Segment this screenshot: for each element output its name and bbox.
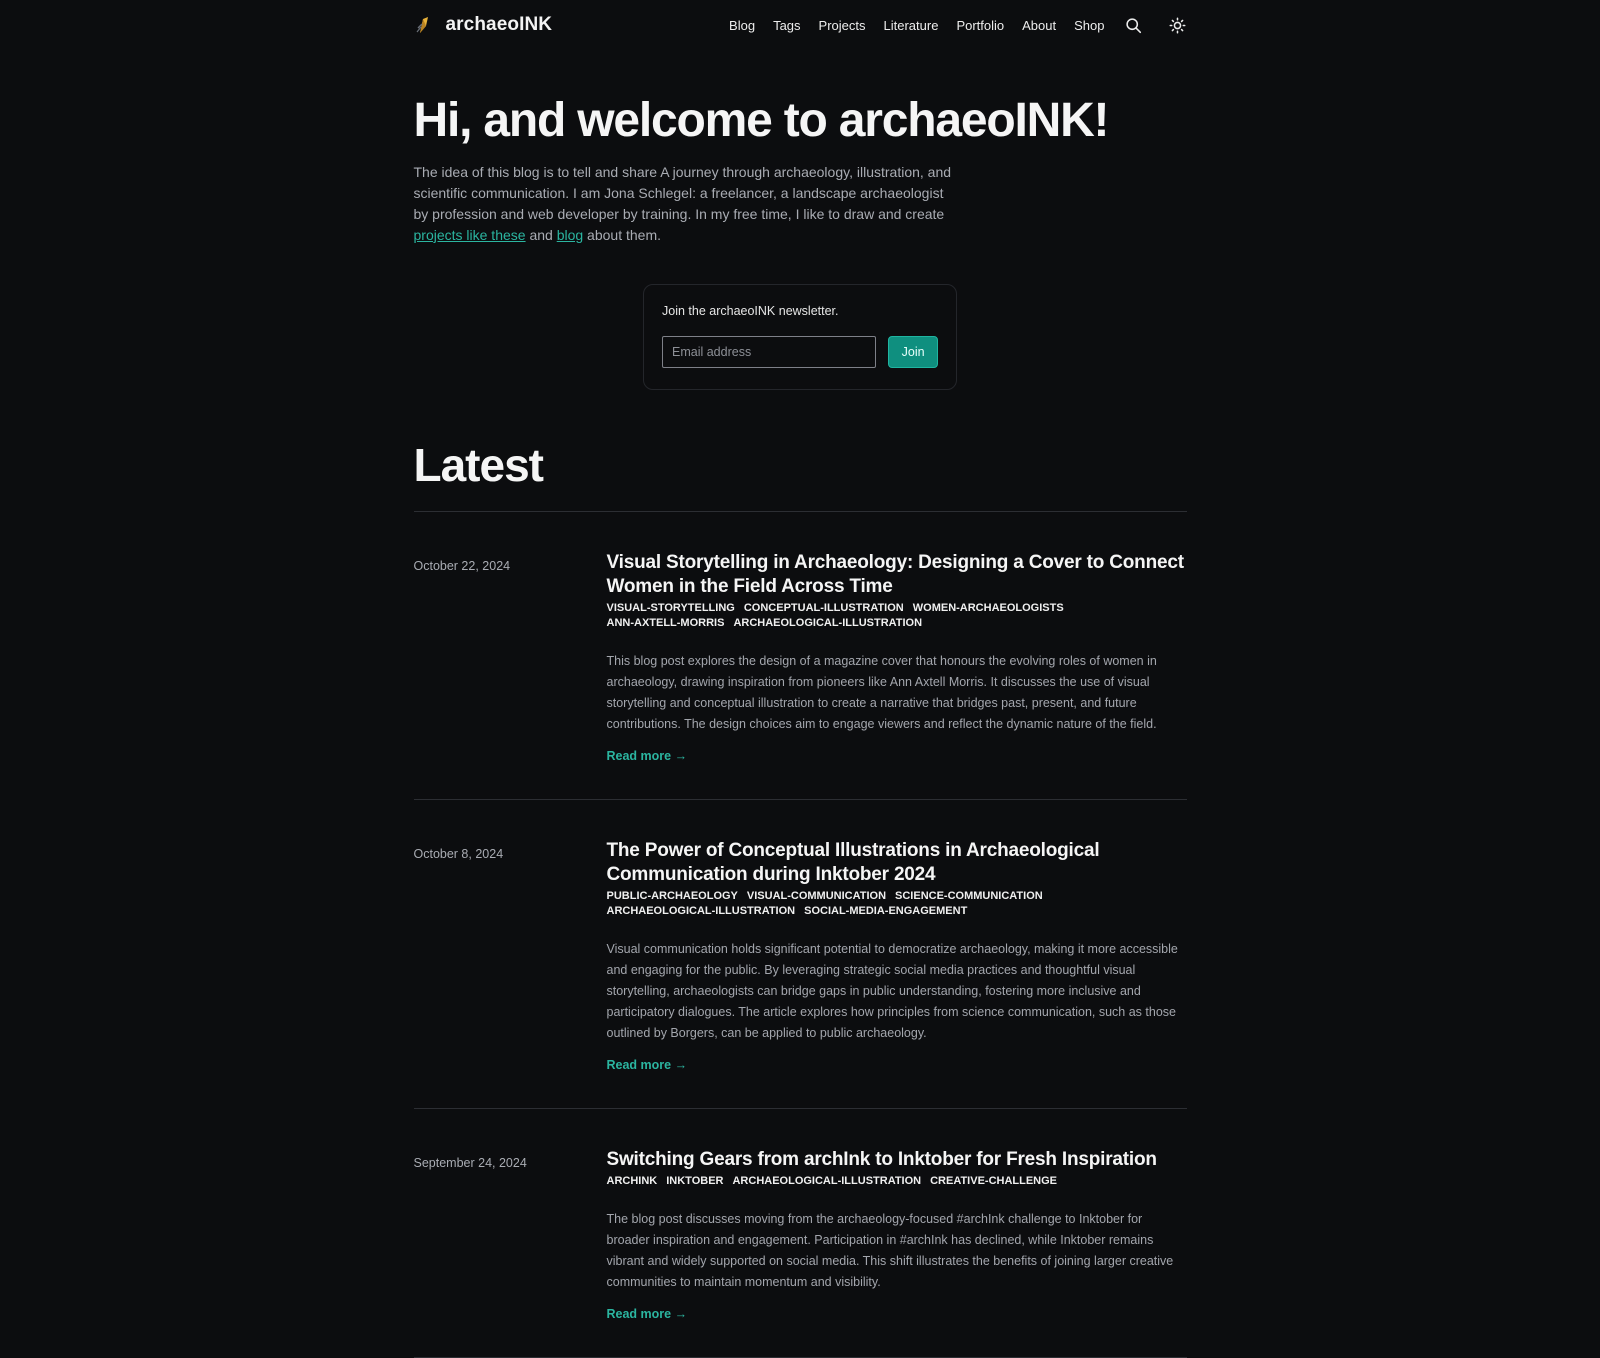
hero-intro: The idea of this blog is to tell and sha… (414, 162, 954, 246)
post-tags: visual-storytelling conceptual-illustrati… (607, 601, 1187, 631)
home-link[interactable]: archaeoINK (414, 14, 553, 36)
latest-heading: Latest (413, 438, 544, 491)
tag-link[interactable]: conceptual-illustration (744, 601, 904, 616)
post-body: The Power of Conceptual Illustrations in… (607, 839, 1187, 1108)
hero-text-part: and (525, 226, 557, 243)
post-summary: This blog post explores the design of a … (606, 654, 1157, 732)
post-tags: archink inktober archaeological-illustrati… (607, 1174, 1187, 1189)
post-title[interactable]: The Power of Conceptual Illustrations in… (607, 839, 1187, 887)
read-more-link[interactable]: Read more → (607, 749, 688, 763)
nav-item-projects[interactable]: Projects (819, 18, 866, 33)
nav-item-blog[interactable]: Blog (729, 18, 755, 33)
newsletter-form: Join (662, 335, 938, 368)
blog-link[interactable]: blog (557, 227, 583, 243)
hero-text-part: about them. (583, 226, 661, 243)
post-title[interactable]: Switching Gears from archInk to Inktober… (607, 1148, 1187, 1172)
tag-link[interactable]: inktober (666, 1174, 723, 1189)
post-summary: The blog post discusses moving from the … (606, 1212, 1174, 1290)
projects-link[interactable]: projects like these (414, 227, 526, 243)
nav-item-literature[interactable]: Literature (884, 18, 939, 33)
search-icon[interactable] (1125, 16, 1143, 34)
tag-link[interactable]: archaeological-illustration (607, 904, 796, 919)
site-header: archaeoINK Blog Tags Projects Literature… (414, 0, 1187, 48)
join-button[interactable]: Join (888, 335, 938, 368)
email-input[interactable] (662, 335, 877, 368)
sun-icon[interactable] (1169, 16, 1187, 34)
post-item: October 22, 2024 Visual Storytelling in … (414, 512, 1187, 799)
read-more-link[interactable]: Read more → (607, 1307, 688, 1321)
post-date: October 8, 2024 (413, 847, 504, 862)
tag-link[interactable]: creative-challenge (930, 1174, 1057, 1189)
post-date: September 24, 2024 (413, 1156, 527, 1171)
post-title[interactable]: Visual Storytelling in Archaeology: Desi… (607, 551, 1187, 599)
tag-link[interactable]: archaeological-illustration (732, 1174, 921, 1189)
post-body: Switching Gears from archInk to Inktober… (607, 1148, 1187, 1357)
main-nav: Blog Tags Projects Literature Portfolio … (729, 16, 1186, 34)
post-item: September 24, 2024 Switching Gears from … (414, 1109, 1187, 1357)
page-container: archaeoINK Blog Tags Projects Literature… (413, 0, 1187, 1358)
newsletter-box: Join the archaeoINK newsletter. Join (643, 283, 957, 390)
nav-item-portfolio[interactable]: Portfolio (956, 18, 1004, 33)
tag-link[interactable]: women-archaeologists (913, 601, 1064, 616)
read-more-link[interactable]: Read more → (607, 1058, 688, 1072)
tag-link[interactable]: science-communication (895, 889, 1043, 904)
hero-text-part: The idea of this blog is to tell and sha… (413, 163, 952, 222)
nav-item-tags[interactable]: Tags (773, 18, 800, 33)
post-tags: public-archaeology visual-communication sc… (607, 889, 1187, 919)
tag-link[interactable]: visual-communication (747, 889, 886, 904)
hero-title: Hi, and welcome to archaeoINK! (413, 94, 1110, 147)
tag-link[interactable]: ann-axtell-morris (607, 616, 725, 631)
tag-link[interactable]: public-archaeology (607, 889, 738, 904)
site-name: archaeoINK (445, 14, 553, 35)
post-body: Visual Storytelling in Archaeology: Desi… (607, 551, 1187, 799)
newsletter-label: Join the archaeoINK newsletter. (662, 303, 839, 318)
tag-link[interactable]: visual-storytelling (607, 601, 735, 616)
tag-link[interactable]: social-media-engagement (804, 904, 967, 919)
quill-logo-icon (414, 14, 434, 36)
nav-item-shop[interactable]: Shop (1074, 18, 1104, 33)
nav-item-about[interactable]: About (1022, 18, 1056, 33)
tag-link[interactable]: archaeological-illustration (733, 616, 922, 631)
post-summary: Visual communication holds significant p… (606, 942, 1178, 1041)
post-date: October 22, 2024 (413, 559, 511, 574)
post-item: October 8, 2024 The Power of Conceptual … (414, 800, 1187, 1108)
tag-link[interactable]: archink (607, 1174, 658, 1189)
